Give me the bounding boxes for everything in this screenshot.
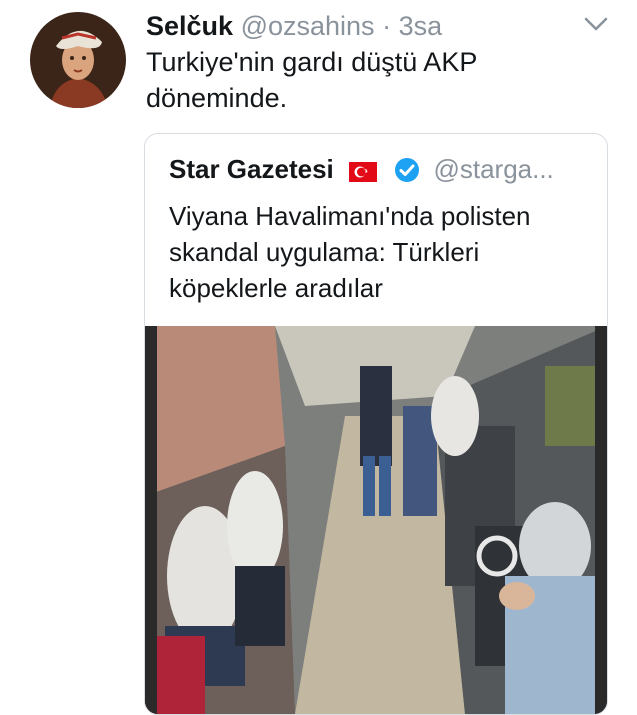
author-handle[interactable]: @ozsahins [241, 11, 375, 41]
quoted-author-name: Star Gazetesi [169, 154, 334, 184]
tweet-text: Turkiye'nin gardı düştü AKP döneminde. [146, 47, 477, 113]
separator-dot: · [382, 11, 392, 41]
chevron-down-icon[interactable] [584, 16, 608, 32]
verified-badge-icon [395, 158, 420, 182]
avatar[interactable] [30, 12, 126, 108]
quoted-author-handle: @starga... [433, 154, 554, 184]
turkey-flag-icon [348, 162, 377, 182]
quoted-tweet-text: Viyana Havalimanı'nda polisten skandal u… [169, 201, 531, 303]
quoted-tweet-card[interactable]: Star Gazetesi @starga... Viyana Havalima… [144, 133, 608, 715]
author-name[interactable]: Selčuk [146, 11, 233, 41]
video-thumbnail[interactable] [145, 326, 607, 714]
quoted-tweet-header: Star Gazetesi @starga... [169, 152, 554, 186]
avatar-portrait [30, 12, 126, 108]
tweet-header: Selčuk @ozsahins · 3sa [146, 8, 442, 44]
tweet-timestamp[interactable]: 3sa [399, 11, 443, 41]
video-thumbnail-image [145, 326, 607, 714]
